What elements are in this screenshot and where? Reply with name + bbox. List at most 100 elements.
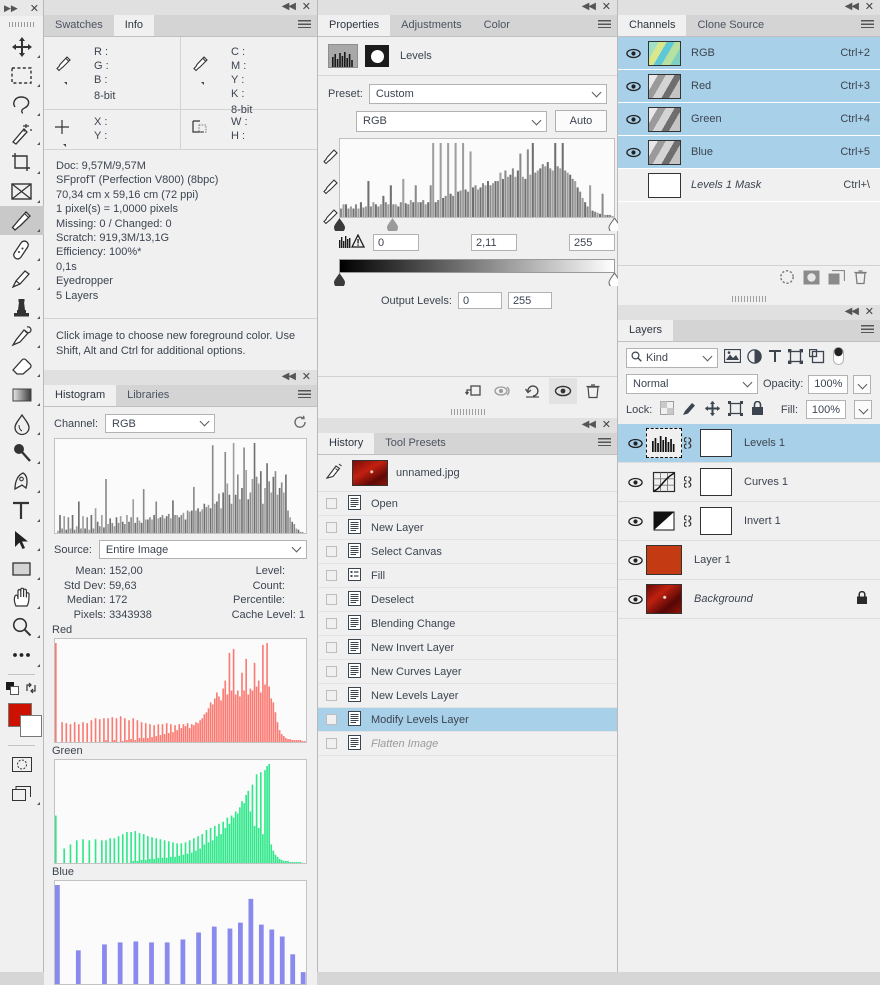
reset-adjustment-icon[interactable] xyxy=(519,378,547,404)
fill-field[interactable]: 100% xyxy=(806,400,846,419)
levels-channel-select[interactable]: RGB xyxy=(356,110,547,132)
close-icon[interactable]: ✕ xyxy=(302,0,311,13)
history-state-row[interactable]: New Layer xyxy=(318,516,617,540)
history-state-row[interactable]: Select Canvas xyxy=(318,540,617,564)
history-state-row[interactable]: Modify Levels Layer xyxy=(318,708,617,732)
channel-row[interactable]: Green Ctrl+4 xyxy=(618,103,880,136)
move-tool[interactable] xyxy=(0,32,44,61)
pen-tool[interactable] xyxy=(0,467,44,496)
eraser-tool[interactable] xyxy=(0,351,44,380)
layer-visibility-toggle[interactable] xyxy=(624,438,646,449)
close-icon[interactable]: ✕ xyxy=(865,305,874,318)
layer-thumbnail[interactable] xyxy=(646,428,682,458)
layer-thumbnail[interactable] xyxy=(646,467,682,497)
history-state-row[interactable]: Open xyxy=(318,492,617,516)
eyedropper-tool[interactable] xyxy=(0,206,44,235)
collapse-icon[interactable]: ◀◀ xyxy=(845,306,859,317)
output-black-field[interactable]: 0 xyxy=(457,292,502,309)
hand-tool[interactable] xyxy=(0,583,44,612)
history-state-row[interactable]: New Curves Layer xyxy=(318,660,617,684)
layer-visibility-toggle[interactable] xyxy=(624,516,646,527)
layer-mask-thumbnail[interactable] xyxy=(700,429,732,457)
path-selection-tool[interactable] xyxy=(0,525,44,554)
layer-visibility-toggle[interactable] xyxy=(624,555,646,566)
layer-row[interactable]: Layer 1 xyxy=(618,541,880,580)
panel-menu-icon[interactable] xyxy=(298,390,311,400)
background-color-swatch[interactable] xyxy=(20,715,42,737)
history-brush-source-icon[interactable] xyxy=(325,463,344,483)
tab-layers[interactable]: Layers xyxy=(618,320,674,341)
input-gamma-slider[interactable] xyxy=(386,218,399,233)
magic-wand-tool[interactable] xyxy=(0,119,44,148)
close-icon[interactable]: ✕ xyxy=(865,0,874,13)
panel-resize-grip[interactable] xyxy=(450,409,485,415)
rectangle-tool[interactable] xyxy=(0,554,44,583)
brush-tool[interactable] xyxy=(0,264,44,293)
shape-layer-filter-icon[interactable] xyxy=(788,348,803,367)
tab-adjustments[interactable]: Adjustments xyxy=(390,15,473,36)
histogram-source-select[interactable]: Entire Image xyxy=(98,540,307,559)
refresh-icon[interactable] xyxy=(293,415,307,432)
input-gamma-field[interactable]: 2,11 xyxy=(471,234,517,251)
lock-image-pixels-icon[interactable] xyxy=(682,401,697,419)
layer-thumbnail[interactable] xyxy=(646,506,682,536)
layer-visibility-toggle[interactable] xyxy=(624,594,646,605)
input-white-field[interactable]: 255 xyxy=(569,234,615,251)
channel-visibility-toggle[interactable] xyxy=(626,81,648,92)
input-black-slider[interactable] xyxy=(333,218,346,233)
layer-row[interactable]: Invert 1 xyxy=(618,502,880,541)
panel-menu-icon[interactable] xyxy=(298,20,311,30)
close-icon[interactable]: ✕ xyxy=(602,418,611,431)
history-snapshot-checkbox[interactable] xyxy=(326,690,337,701)
type-layer-filter-icon[interactable] xyxy=(768,349,782,366)
opacity-field[interactable]: 100% xyxy=(808,374,849,394)
channel-visibility-toggle[interactable] xyxy=(626,147,648,158)
lasso-tool[interactable] xyxy=(0,90,44,119)
history-snapshot-checkbox[interactable] xyxy=(326,570,337,581)
lock-transparent-pixels-icon[interactable] xyxy=(660,401,675,418)
collapse-icon[interactable]: ◀◀ xyxy=(582,419,596,430)
layer-filter-kind-select[interactable]: Kind xyxy=(626,347,718,368)
input-black-field[interactable]: 0 xyxy=(373,234,419,251)
close-icon[interactable]: ✕ xyxy=(302,370,311,383)
auto-button[interactable]: Auto xyxy=(555,110,607,132)
layer-visibility-toggle[interactable] xyxy=(624,477,646,488)
delete-channel-icon[interactable] xyxy=(853,269,868,288)
delete-adjustment-layer-icon[interactable] xyxy=(579,378,607,404)
layer-mask-link-icon[interactable] xyxy=(682,513,694,529)
marquee-tool[interactable] xyxy=(0,61,44,90)
tab-swatches[interactable]: Swatches xyxy=(44,15,114,36)
panel-menu-icon[interactable] xyxy=(861,325,874,335)
tab-channels[interactable]: Channels xyxy=(618,15,687,36)
tab-libraries[interactable]: Libraries xyxy=(116,385,180,406)
preset-select[interactable]: Custom xyxy=(368,84,607,104)
histogram-channel-select[interactable]: RGB xyxy=(105,414,216,433)
toggle-layer-visibility-icon[interactable] xyxy=(549,377,577,404)
type-tool[interactable] xyxy=(0,496,44,525)
layer-mask-link-icon[interactable] xyxy=(682,474,694,490)
history-state-row[interactable]: Blending Change xyxy=(318,612,617,636)
set-gray-point-eyedropper-icon[interactable] xyxy=(322,178,339,198)
history-snapshot-checkbox[interactable] xyxy=(326,618,337,629)
layer-row[interactable]: Curves 1 xyxy=(618,463,880,502)
fill-stepper[interactable] xyxy=(854,400,872,419)
load-channel-as-selection-icon[interactable] xyxy=(779,269,795,288)
collapse-icon[interactable]: ◀◀ xyxy=(845,1,859,12)
history-snapshot-checkbox[interactable] xyxy=(326,714,337,725)
output-white-field[interactable]: 255 xyxy=(507,292,552,309)
collapse-icon[interactable]: ◀◀ xyxy=(282,1,296,12)
clip-to-layer-icon[interactable] xyxy=(459,378,487,404)
layer-thumbnail[interactable] xyxy=(646,545,682,575)
save-selection-as-channel-icon[interactable] xyxy=(803,270,820,288)
tab-info[interactable]: Info xyxy=(113,15,155,36)
lock-position-icon[interactable] xyxy=(705,400,721,419)
history-snapshot-checkbox[interactable] xyxy=(326,498,337,509)
adjustment-layer-filter-icon[interactable] xyxy=(747,348,762,367)
history-brush-tool[interactable] xyxy=(0,322,44,351)
collapse-icon[interactable]: ◀◀ xyxy=(282,371,296,382)
panel-menu-icon[interactable] xyxy=(598,20,611,30)
channel-row[interactable]: Red Ctrl+3 xyxy=(618,70,880,103)
collapse-icon[interactable]: ◀◀ xyxy=(582,1,596,12)
history-snapshot-checkbox[interactable] xyxy=(326,546,337,557)
tab-color[interactable]: Color xyxy=(473,15,521,36)
